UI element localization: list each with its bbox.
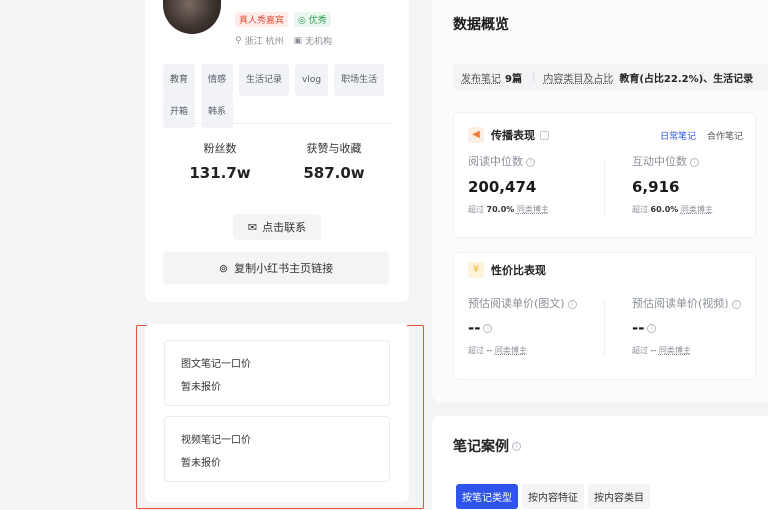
spread-performance-card: ◀ 传播表现 日常笔记 合作笔记 阅读中位数 i 200,474 超过 70.0%… [453, 112, 756, 238]
info-icon[interactable]: i [647, 323, 657, 333]
info-icon[interactable]: i [690, 157, 699, 167]
metric-image-read-price: 预估阅读单价(图文) i -- i 超过 -- 同类博主 [468, 295, 577, 356]
tag-item[interactable]: vlog [295, 64, 329, 96]
tab-collab-notes[interactable]: 合作笔记 [707, 132, 743, 142]
tag-item[interactable]: 情感 [201, 64, 234, 96]
shield-icon: ◎ [298, 16, 306, 26]
overview-panel: 数据概览 发布笔记 9篇 | 内容类目及占比 教育(占比22.2%)、生活记录 … [432, 0, 768, 402]
cases-tabs: 按笔记类型 按内容特征 按内容类目 [456, 484, 650, 509]
spread-info-icon[interactable] [540, 130, 549, 140]
info-icon[interactable]: i [483, 323, 493, 333]
tab-by-content-category[interactable]: 按内容类目 [588, 484, 650, 509]
tab-by-content-feature[interactable]: 按内容特征 [522, 484, 584, 509]
spread-title: 传播表现 [491, 129, 535, 142]
tab-by-note-type[interactable]: 按笔记类型 [456, 484, 518, 509]
tag-item[interactable]: 教育 [163, 64, 196, 96]
info-icon[interactable]: i [512, 441, 521, 451]
stat-likes: 获赞与收藏 587.0w [303, 142, 365, 182]
contact-button[interactable]: ✉ 点击联系 [233, 214, 321, 240]
avatar[interactable] [163, 0, 221, 34]
mail-icon: ✉ [247, 220, 258, 234]
divider [163, 123, 391, 124]
overview-title: 数据概览 [453, 17, 509, 33]
location-icon: ⚲ [235, 35, 242, 46]
metric-interaction-median: 互动中位数 i 6,916 超过 60.0% 同类博主 [632, 155, 713, 214]
pricing-item-image: 图文笔记一口价 暂未报价 [164, 340, 390, 406]
org-icon: ▣ [293, 35, 302, 46]
tag-item[interactable]: 生活记录 [239, 64, 290, 96]
copy-link-button[interactable]: ⊚ 复制小红书主页链接 [163, 252, 389, 284]
metric-video-read-price: 预估阅读单价(视频) i -- i 超过 -- 同类博主 [632, 295, 741, 356]
value-title: 性价比表现 [491, 264, 546, 277]
note-cases-panel: 笔记案例 i 按笔记类型 按内容特征 按内容类目 [432, 416, 768, 510]
megaphone-icon: ◀ [468, 127, 484, 143]
metric-read-median: 阅读中位数 i 200,474 超过 70.0% 同类博主 [468, 155, 549, 214]
real-person-badge: 真人秀嘉宾 [235, 12, 289, 27]
info-icon[interactable]: i [526, 157, 535, 167]
cases-title: 笔记案例 [453, 439, 509, 455]
org-text: 无机构 [304, 37, 332, 47]
info-icon[interactable]: i [731, 299, 741, 309]
location-text: 浙江 杭州 [244, 37, 284, 47]
tab-daily-notes[interactable]: 日常笔记 [660, 132, 696, 142]
value-performance-card: ¥ 性价比表现 预估阅读单价(图文) i -- i 超过 -- 同类博主 预估阅读… [453, 252, 756, 380]
tag-list: 教育 情感 生活记录 vlog 职场生活 开箱 韩系 [163, 64, 403, 128]
yen-icon: ¥ [468, 262, 484, 278]
tag-item[interactable]: 职场生活 [334, 64, 385, 96]
pricing-card: 图文笔记一口价 暂未报价 视频笔记一口价 暂未报价 [145, 324, 409, 502]
overview-summary-bar: 发布笔记 9篇 | 内容类目及占比 教育(占比22.2%)、生活记录 [453, 64, 768, 90]
pricing-highlight-frame: 图文笔记一口价 暂未报价 视频笔记一口价 暂未报价 [136, 324, 424, 509]
stat-fans: 粉丝数 131.7w [189, 142, 251, 182]
pricing-item-video: 视频笔记一口价 暂未报价 [164, 416, 390, 482]
quality-badge: ◎ 优秀 [294, 12, 331, 27]
link-icon: ⊚ [218, 261, 229, 275]
info-icon[interactable]: i [567, 299, 577, 309]
profile-card: 真人秀嘉宾 ◎ 优秀 ⚲ 浙江 杭州 ▣ 无机构 教育 情感 生活记录 vlog 职场生… [145, 0, 409, 302]
